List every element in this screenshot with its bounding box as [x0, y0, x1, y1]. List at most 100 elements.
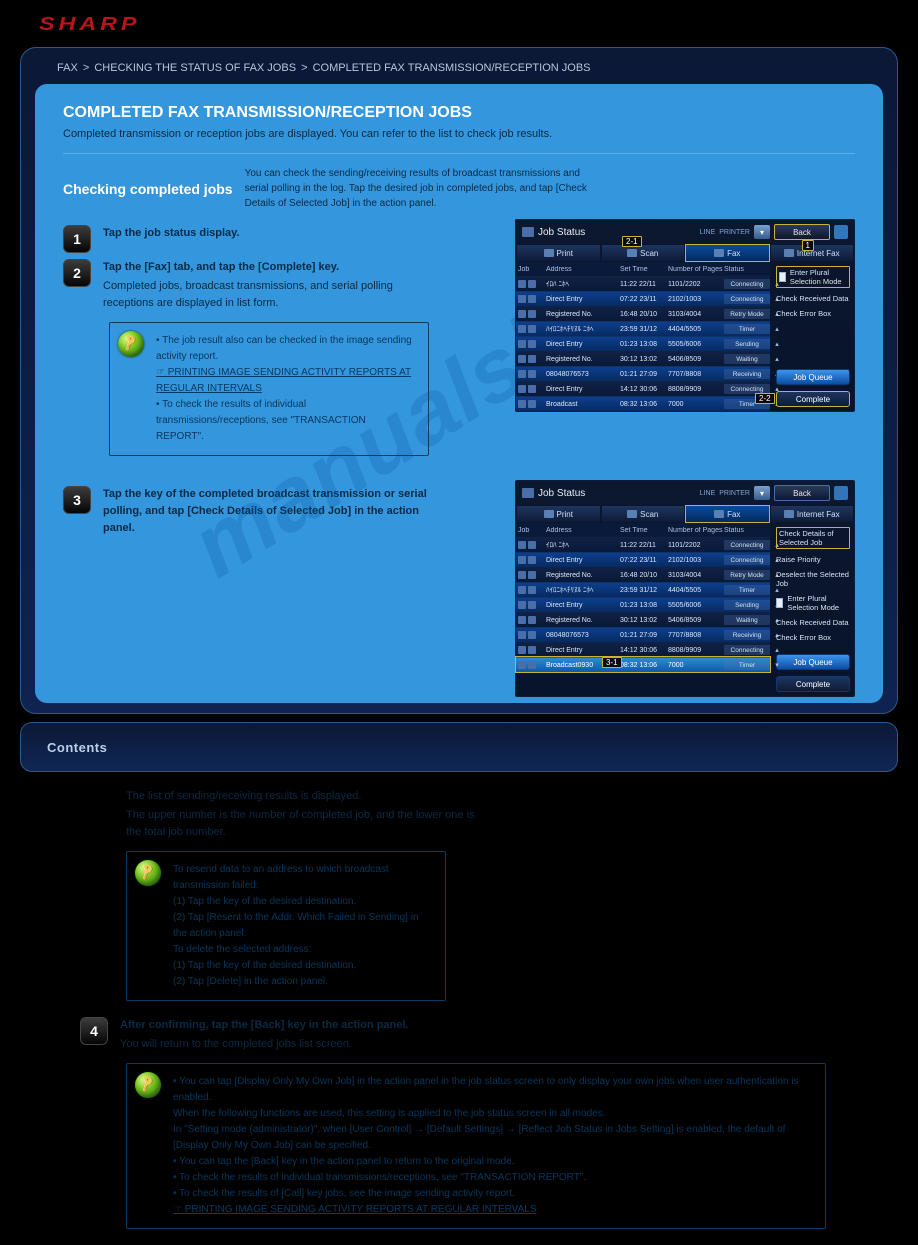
tip3-l6[interactable]: ☞ PRINTING IMAGE SENDING ACTIVITY REPORT…	[173, 1202, 813, 1218]
page-description: Completed transmission or reception jobs…	[63, 126, 855, 143]
lower-content: The list of sending/receiving results is…	[80, 788, 838, 1229]
table-row[interactable]: 0804807657301:21 27:097707/8808Receiving…	[516, 366, 770, 381]
toc-strip[interactable]: Contents	[20, 722, 898, 772]
opt-selection-mode[interactable]: Enter Plural Selection Mode	[776, 594, 850, 612]
table-row[interactable]: Registered No.16:48 20/103103/4004Retry …	[516, 306, 770, 321]
job-queue-button[interactable]: Job Queue	[776, 369, 850, 385]
crumb-3: COMPLETED FAX TRANSMISSION/RECEPTION JOB…	[313, 62, 591, 74]
tip-box-2: To resend data to an address to which br…	[126, 851, 446, 1001]
tip1-line3: • To check the results of individual tra…	[156, 397, 416, 445]
step-3-sub1: The list of sending/receiving results is…	[126, 788, 476, 805]
tab-scan[interactable]: Scan	[601, 505, 686, 523]
tab-fax[interactable]: Fax	[685, 244, 770, 262]
tip3-l4: • To check the results of individual tra…	[173, 1170, 813, 1186]
tip2-l3: To delete the selected address:	[173, 942, 433, 958]
tip-box-3: • You can tap [Display Only My Own Job] …	[126, 1063, 826, 1229]
step-badge-3: 3	[63, 486, 91, 514]
tip1-line1: • The job result also can be checked in …	[156, 333, 416, 365]
step-2-sub: Completed jobs, broadcast transmissions,…	[103, 278, 443, 312]
opt-error-box[interactable]: Check Error Box	[776, 633, 850, 642]
step-3-lead: Tap the key of the completed broadcast t…	[103, 488, 427, 534]
back-button[interactable]: Back	[774, 485, 830, 501]
table-row[interactable]: Direct Entry01:23 13:085505/6006Sending▴	[516, 597, 770, 612]
opt-received-data[interactable]: Check Received Data	[776, 294, 850, 303]
tip3-l5: • To check the results of [Call] key job…	[173, 1186, 813, 1202]
content-card: manualshve.c COMPLETED FAX TRANSMISSION/…	[35, 84, 883, 703]
callout-2-1: 2-1	[622, 236, 642, 247]
opt-error-box[interactable]: Check Error Box	[776, 309, 850, 318]
step-4-lead: After confirming, tap the [Back] key in …	[120, 1019, 409, 1031]
home-icon[interactable]	[834, 225, 848, 239]
opt-received-data[interactable]: Check Received Data	[776, 618, 850, 627]
tab-scan[interactable]: Scan	[601, 244, 686, 262]
tab-print[interactable]: Print	[516, 244, 601, 262]
section-subtitle: You can check the sending/receiving resu…	[245, 166, 605, 211]
tip2-l1: (1) Tap the key of the desired destinati…	[173, 894, 433, 910]
complete-button[interactable]: Complete	[776, 676, 850, 692]
crumb-2: CHECKING THE STATUS OF FAX JOBS	[94, 62, 296, 74]
callout-2-2: 2-2	[755, 393, 775, 404]
opt-check-details[interactable]: Check Details of Selected Job	[776, 527, 850, 549]
tip-box-1: • The job result also can be checked in …	[109, 322, 429, 456]
dropdown-icon[interactable]: ▾	[754, 225, 770, 239]
step-4-sub: You will return to the completed jobs li…	[120, 1036, 409, 1053]
opt-selection-mode[interactable]: Enter Plural Selection Mode	[776, 266, 850, 288]
shot-title: Job Status	[538, 227, 585, 238]
tip3-l1: When the following functions are used, t…	[173, 1106, 813, 1122]
table-row[interactable]: Direct Entry14:12 30:068808/9909Connecti…	[516, 381, 770, 396]
table-row[interactable]: ﾊｲﾛﾆﾎﾍﾁﾘﾇﾙ ﾆﾎﾍ23:59 31/124404/5505Timer▴	[516, 582, 770, 597]
step-1-text: Tap the job status display.	[103, 227, 240, 239]
tip2-l5: (2) Tap [Delete] in the action panel.	[173, 974, 433, 990]
sharp-logo: SHARP	[0, 0, 918, 41]
table-row[interactable]: ｲﾛﾊ ﾆﾎﾍ11:22 22/111101/2202Connecting▴	[516, 537, 770, 552]
tip3-l0: • You can tap [Display Only My Own Job] …	[173, 1074, 813, 1106]
step-badge-2: 2	[63, 259, 91, 287]
table-row[interactable]: Registered No.16:48 20/103103/4004Retry …	[516, 567, 770, 582]
tab-ifax[interactable]: Internet Fax	[770, 505, 855, 523]
step-4: 4 After confirming, tap the [Back] key i…	[80, 1017, 838, 1053]
tab-print[interactable]: Print	[516, 505, 601, 523]
step-1: 1 Tap the job status display.	[63, 225, 443, 253]
table-row[interactable]: ｲﾛﾊ ﾆﾎﾍ11:22 22/111101/2202Connecting▴	[516, 276, 770, 291]
screenshot-1: Job Status LINE PRINTER ▾ Back 1 Print S…	[515, 219, 855, 412]
step-badge-1: 1	[63, 225, 91, 253]
opt-raise-priority[interactable]: Raise Priority	[776, 555, 850, 564]
opt-deselect[interactable]: Deselect the Selected Job	[776, 570, 850, 588]
tip2-l4: (1) Tap the key of the desired destinati…	[173, 958, 433, 974]
home-icon[interactable]	[834, 486, 848, 500]
tip2-l0: To resend data to an address to which br…	[173, 862, 433, 894]
screenshot-2: Job Status LINE PRINTER ▾ Back Print Sca…	[515, 480, 855, 697]
tip3-l2: In "Setting mode (administrator)", when …	[173, 1122, 813, 1154]
step-2-lead: Tap the [Fax] tab, and tap the [Complete…	[103, 261, 339, 273]
key-icon	[135, 1072, 161, 1098]
tip1-line2[interactable]: ☞ PRINTING IMAGE SENDING ACTIVITY REPORT…	[156, 365, 416, 397]
step-3: 3 Tap the key of the completed broadcast…	[63, 486, 443, 537]
tip2-l2: (2) Tap [Resent to the Addr. Which Faile…	[173, 910, 433, 942]
key-icon	[118, 331, 144, 357]
callout-1: 1	[802, 240, 814, 251]
section-title: Checking completed jobs	[63, 181, 233, 197]
table-header: JobAddressSet TimeNumber of PagesStatus	[516, 523, 770, 537]
hud-printer: PRINTER	[719, 229, 750, 236]
tab-fax[interactable]: Fax	[685, 505, 770, 523]
complete-button[interactable]: Complete 2-2	[776, 391, 850, 407]
back-button[interactable]: Back	[774, 224, 830, 240]
selected-row[interactable]: Broadcast0930 08:32 13:06 7000 Timer ▾ 3…	[516, 657, 770, 672]
step-2: 2 Tap the [Fax] tab, and tap the [Comple…	[63, 259, 443, 312]
table-row[interactable]: Direct Entry01:23 13:085505/6006Sending▴	[516, 336, 770, 351]
step-badge-4: 4	[80, 1017, 108, 1045]
table-row[interactable]: Direct Entry14:12 30:068808/9909Connecti…	[516, 642, 770, 657]
outer-panel: FAX > CHECKING THE STATUS OF FAX JOBS > …	[20, 47, 898, 714]
jobstatus-icon	[522, 227, 534, 237]
callout-3-1: 3-1	[602, 657, 622, 668]
table-row[interactable]: Direct Entry07:22 23/112102/1003Connecti…	[516, 552, 770, 567]
dropdown-icon[interactable]: ▾	[754, 486, 770, 500]
table-row[interactable]: 0804807657301:21 27:097707/8808Receiving…	[516, 627, 770, 642]
tip3-l3: • You can tap the [Back] key in the acti…	[173, 1154, 813, 1170]
job-queue-button[interactable]: Job Queue	[776, 654, 850, 670]
table-row[interactable]: Registered No.30:12 13:025406/8509Waitin…	[516, 612, 770, 627]
table-row[interactable]: Registered No.30:12 13:025406/8509Waitin…	[516, 351, 770, 366]
table-row[interactable]: Broadcast08:32 13:067000Timer▴	[516, 396, 770, 411]
table-row[interactable]: Direct Entry07:22 23/112102/1003Connecti…	[516, 291, 770, 306]
table-row[interactable]: ﾊｲﾛﾆﾎﾍﾁﾘﾇﾙ ﾆﾎﾍ23:59 31/124404/5505Timer▴	[516, 321, 770, 336]
